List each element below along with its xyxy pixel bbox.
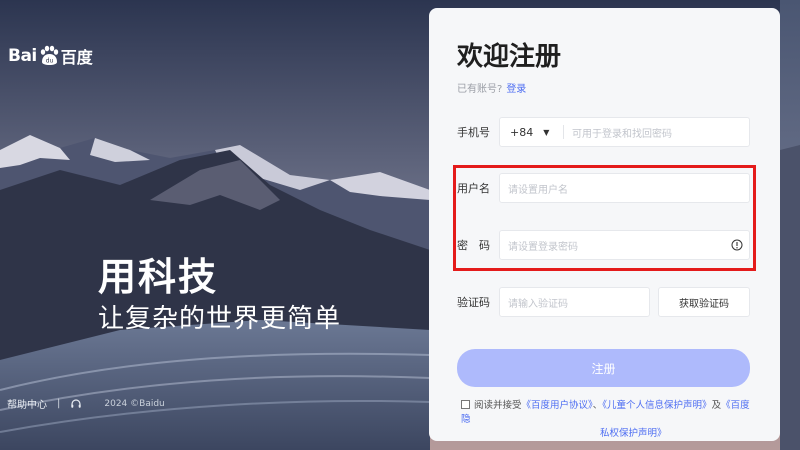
baidu-logo[interactable]: Bai du 百度 — [8, 44, 93, 68]
phone-input-placeholder: 可用于登录和找回密码 — [572, 128, 672, 140]
username-placeholder: 请设置用户名 — [508, 184, 568, 196]
user-agreement-link[interactable]: 《百度用户协议》 — [522, 400, 593, 411]
agree-checkbox[interactable] — [461, 400, 470, 409]
agree-prefix: 阅读并接受 — [474, 400, 522, 411]
code-label: 验证码 — [457, 296, 490, 309]
password-placeholder: 请设置登录密码 — [508, 241, 578, 253]
get-code-button[interactable]: 获取验证码 — [658, 287, 750, 317]
help-center-link[interactable]: 帮助中心 — [7, 396, 47, 411]
country-code-select[interactable]: +84 ▼ — [500, 125, 564, 139]
logo-text-baidu-cn: 百度 — [60, 48, 93, 67]
password-input[interactable]: 请设置登录密码 — [499, 230, 750, 260]
slogan-subtitle: 让复杂的世界更简单 — [98, 304, 342, 334]
footer-separator: | — [57, 398, 61, 409]
slogan-title: 用科技 — [98, 255, 219, 299]
username-input[interactable]: 请设置用户名 — [499, 173, 750, 203]
caret-down-icon: ▼ — [543, 127, 550, 137]
have-account-label: 已有账号? — [457, 84, 503, 95]
phone-row: 手机号 +84 ▼ 可用于登录和找回密码 — [457, 117, 750, 147]
username-label: 用户名 — [457, 182, 490, 195]
password-row: 密 码 请设置登录密码 — [457, 230, 750, 260]
agree-and: 及 — [711, 400, 722, 411]
code-input[interactable]: 请输入验证码 — [499, 287, 650, 317]
phone-field[interactable]: +84 ▼ 可用于登录和找回密码 — [499, 117, 750, 147]
paw-icon: du — [40, 45, 58, 65]
code-row: 验证码 请输入验证码 获取验证码 — [457, 287, 750, 317]
country-code-value: +84 — [510, 125, 534, 139]
password-label: 密 码 — [457, 239, 490, 252]
logo-mark-text: du — [45, 58, 53, 65]
agree-sep: 、 — [592, 400, 603, 411]
register-card: 欢迎注册 已有账号? 登录 手机号 +84 ▼ 可用于登录和找回密码 用户名 请设… — [429, 8, 780, 441]
copyright: 2024 ©Baidu — [104, 398, 165, 409]
have-account-text: 已有账号? 登录 — [457, 80, 526, 95]
page-title: 欢迎注册 — [457, 42, 562, 72]
headset-icon[interactable] — [70, 398, 82, 410]
phone-label: 手机号 — [457, 126, 490, 139]
agreement: 阅读并接受《百度用户协议》、《儿童个人信息保护声明》及《百度隐 私权保护声明》 — [461, 399, 754, 441]
register-button[interactable]: 注册 — [457, 349, 750, 387]
privacy-link-part2[interactable]: 私权保护声明》 — [461, 427, 754, 441]
login-link[interactable]: 登录 — [506, 84, 526, 95]
footer: 帮助中心 | 2024 ©Baidu — [7, 396, 165, 411]
child-privacy-link[interactable]: 《儿童个人信息保护声明》 — [602, 400, 711, 411]
info-circle-icon[interactable] — [731, 239, 743, 251]
code-placeholder: 请输入验证码 — [508, 298, 568, 310]
username-row: 用户名 请设置用户名 — [457, 173, 750, 203]
logo-text-bai: Bai — [8, 46, 37, 66]
